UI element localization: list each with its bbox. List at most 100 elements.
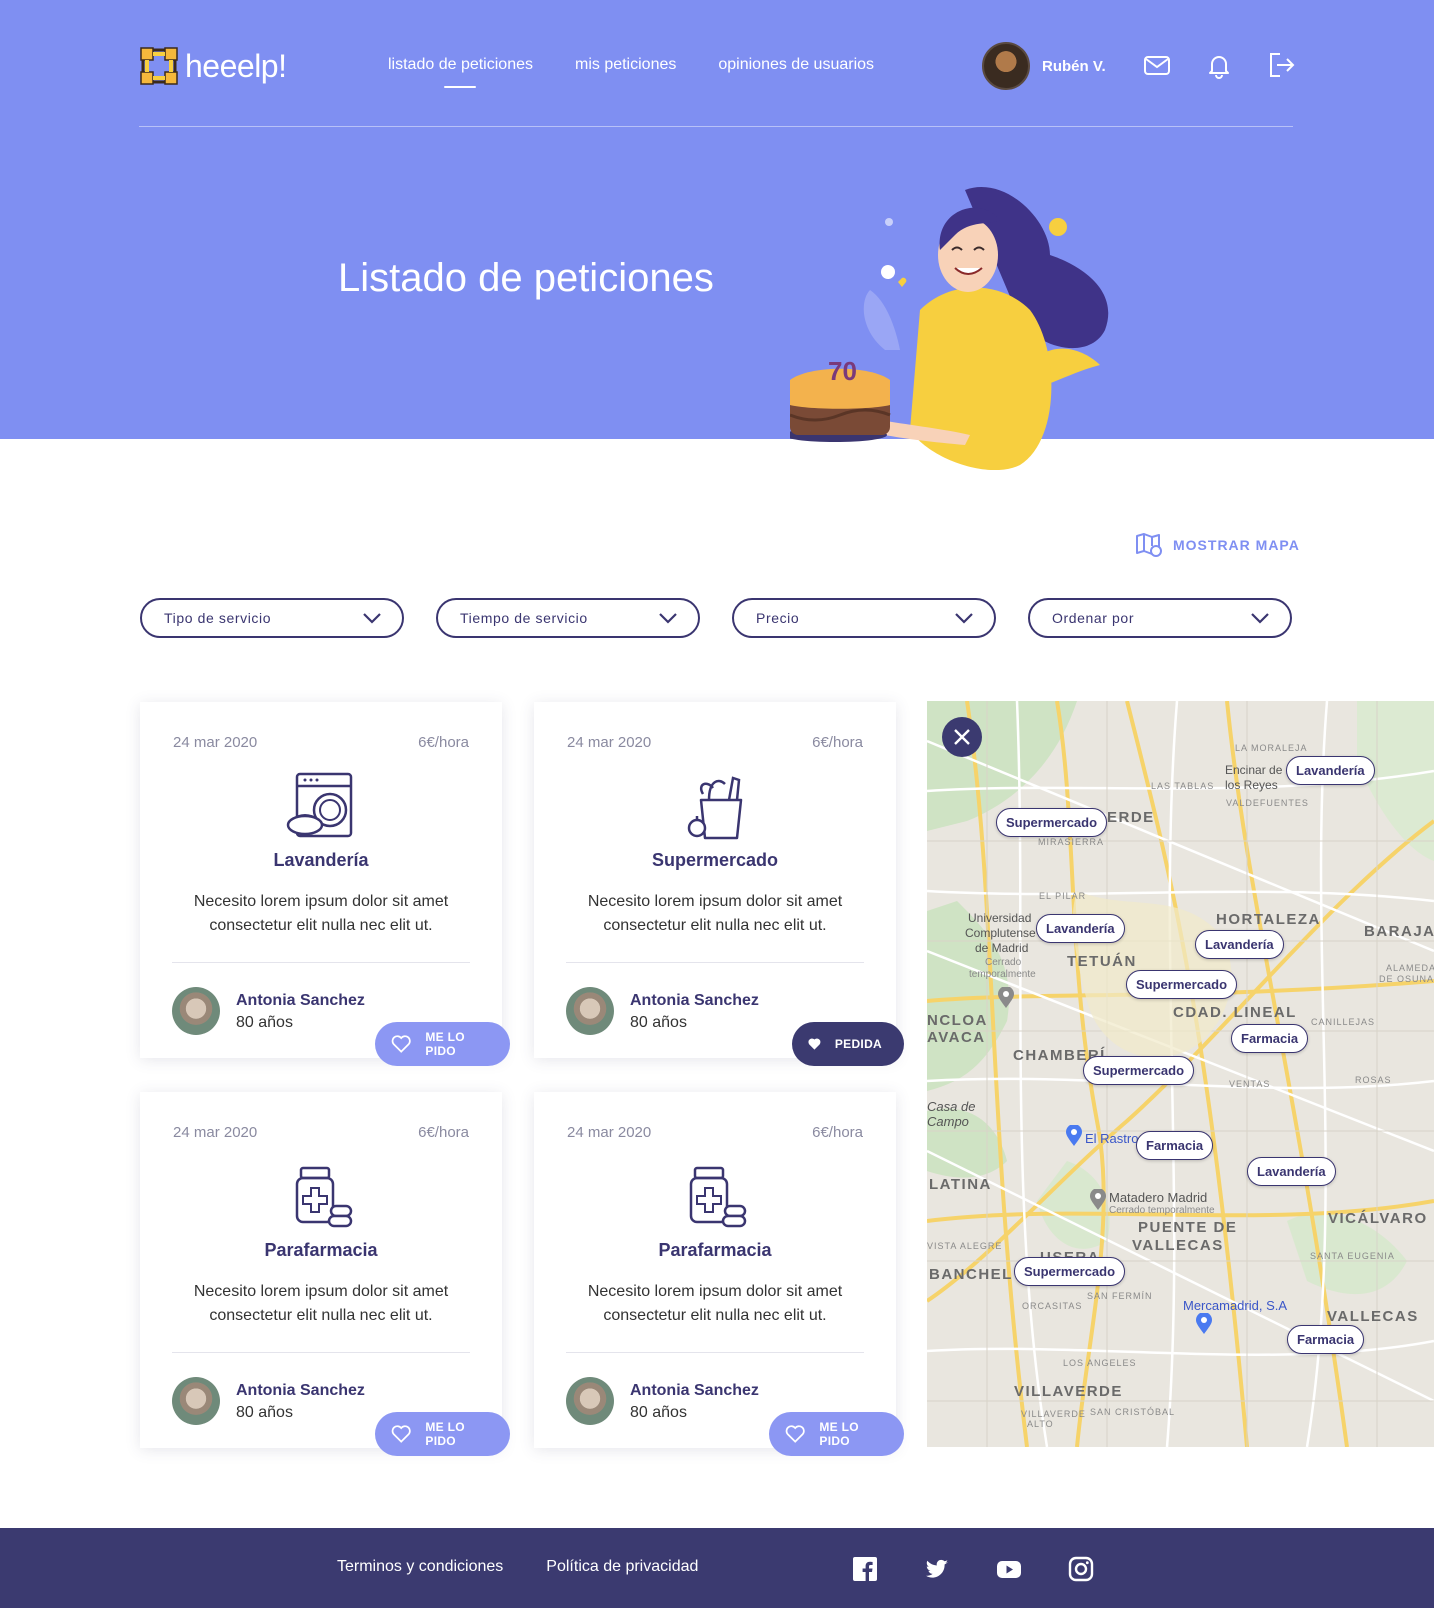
map-place-label: Mercamadrid, S.A [1183,1298,1288,1313]
washing-machine-icon [286,772,353,838]
map-area-label: CDAD. LINEAL [1173,1004,1297,1021]
facebook-icon[interactable] [852,1556,878,1582]
card-description: Necesito lorem ipsum dolor sit amet cons… [193,893,449,934]
requested-button-label: PEDIDA [834,1037,882,1051]
request-button[interactable]: ME LO PIDO [375,1412,510,1456]
logout-icon[interactable] [1266,50,1296,80]
map-pin[interactable]: Supermercado [1126,970,1238,999]
map-area-label: VALLECAS [1132,1237,1224,1254]
map-icon [1136,533,1162,557]
card-person-age: 80 años [236,1014,293,1031]
map-area-label: NCLOA [927,1012,988,1029]
nav-item-mis-peticiones[interactable]: mis peticiones [575,56,676,88]
card-person-age: 80 años [236,1404,293,1421]
filter-tiempo-servicio[interactable]: Tiempo de servicio [436,598,700,638]
brand-name: heeelp! [185,47,287,84]
grocery-bag-icon [687,776,743,840]
request-card[interactable]: 24 mar 2020 6€/hora Parafarmacia Necesit… [140,1092,510,1456]
map-place-label: ROSAS [1355,1075,1392,1085]
terms-link[interactable]: Terminos y condiciones [337,1558,503,1576]
close-icon [954,729,970,745]
request-button-label: ME LO PIDO [425,1030,465,1058]
footer: Terminos y condiciones Política de priva… [0,1528,1434,1608]
requests-map[interactable]: ERDE HORTALEZA BARAJAS TETUÁN CDAD. LINE… [927,701,1434,1447]
map-pin[interactable]: Lavandería [1195,930,1284,959]
cake-number: 70 [828,356,857,386]
map-marker-icon [1090,1189,1106,1210]
logo[interactable]: heeelp! [139,46,287,86]
request-button-label: ME LO PIDO [819,1420,859,1448]
card-date: 24 mar 2020 [173,1124,258,1141]
map-pin[interactable]: Supermercado [1083,1056,1195,1085]
map-place-label: Casa de [927,1099,976,1114]
card-price: 6€/hora [812,734,863,751]
youtube-icon[interactable] [996,1556,1022,1582]
map-pin[interactable]: Lavandería [1036,914,1125,943]
privacy-link[interactable]: Política de privacidad [546,1558,698,1576]
heart-outline-icon [391,1425,411,1443]
instagram-icon[interactable] [1068,1556,1094,1582]
card-person-name: Antonia Sanchez [630,1382,759,1399]
filter-precio[interactable]: Precio [732,598,996,638]
map-area-label: ERDE [1107,809,1155,826]
request-button[interactable]: ME LO PIDO [375,1022,510,1066]
request-card[interactable]: 24 mar 2020 6€/hora Parafarmacia Necesit… [534,1092,904,1456]
map-pin[interactable]: Farmacia [1231,1024,1309,1053]
map-area-label: LATINA [929,1176,992,1193]
map-pin[interactable]: Supermercado [1014,1257,1126,1286]
card-service-title: Parafarmacia [264,1240,378,1260]
request-card[interactable]: 24 mar 2020 6€/hora Lavandería Necesito … [140,702,510,1066]
map-pin[interactable]: Supermercado [996,808,1108,837]
map-place-label: ALTO [1027,1419,1054,1429]
nav-item-opiniones[interactable]: opiniones de usuarios [718,56,874,88]
map-area-label: TETUÁN [1067,953,1137,970]
twitter-icon[interactable] [924,1556,950,1582]
bell-icon[interactable] [1204,50,1234,80]
map-place-label: EL PILAR [1039,891,1087,901]
map-place-label: LOS ANGELES [1063,1358,1137,1368]
heart-filled-icon [808,1038,821,1050]
avatar [172,1377,220,1425]
card-person-age: 80 años [630,1014,687,1031]
map-area-label: HORTALEZA [1216,911,1321,928]
card-price: 6€/hora [418,1124,469,1141]
avatar [172,987,220,1035]
map-place-label: SAN CRISTÓBAL [1090,1407,1176,1417]
map-pin[interactable]: Farmacia [1287,1325,1365,1354]
map-place-label: Cerrado [985,957,1022,968]
map-marker-icon [998,987,1014,1008]
map-pin[interactable]: Lavandería [1286,756,1375,785]
filter-label: Tiempo de servicio [460,610,588,626]
map-place-label: VILLAVERDE [1021,1409,1086,1419]
map-place-label: CANILLEJAS [1311,1017,1376,1027]
mail-icon[interactable] [1142,50,1172,80]
hero-header: heeelp! listado de peticiones mis petici… [0,0,1434,470]
show-map-label: MOSTRAR MAPA [1173,537,1300,553]
card-divider [172,1352,470,1353]
nav-item-listado[interactable]: listado de peticiones [388,56,533,88]
close-map-button[interactable] [942,717,982,757]
filter-ordenar-por[interactable]: Ordenar por [1028,598,1292,638]
request-card[interactable]: 24 mar 2020 6€/hora Supermercado Necesit… [534,702,904,1066]
map-place-label: Matadero Madrid [1109,1190,1208,1205]
map-pin[interactable]: Farmacia [1136,1131,1214,1160]
map-marker-icon [1196,1313,1212,1334]
card-date: 24 mar 2020 [567,1124,652,1141]
map-pin[interactable]: Lavandería [1247,1157,1336,1186]
card-price: 6€/hora [812,1124,863,1141]
user-menu[interactable]: Rubén V. [982,42,1106,90]
map-place-label: Cerrado temporalmente [1109,1205,1215,1216]
map-place-label: VALDEFUENTES [1226,798,1309,808]
requested-button[interactable]: PEDIDA [792,1022,904,1066]
map-place-label: VENTAS [1229,1079,1271,1089]
filter-label: Ordenar por [1052,610,1135,626]
request-button[interactable]: ME LO PIDO [769,1412,904,1456]
avatar [566,1377,614,1425]
filter-tipo-servicio[interactable]: Tipo de servicio [140,598,404,638]
card-person-age: 80 años [630,1404,687,1421]
map-place-label: Universidad [968,911,1032,925]
filter-label: Tipo de servicio [164,610,272,626]
user-name: Rubén V. [1042,57,1106,75]
user-avatar[interactable] [982,42,1030,90]
show-map-toggle[interactable]: MOSTRAR MAPA [1135,532,1300,558]
